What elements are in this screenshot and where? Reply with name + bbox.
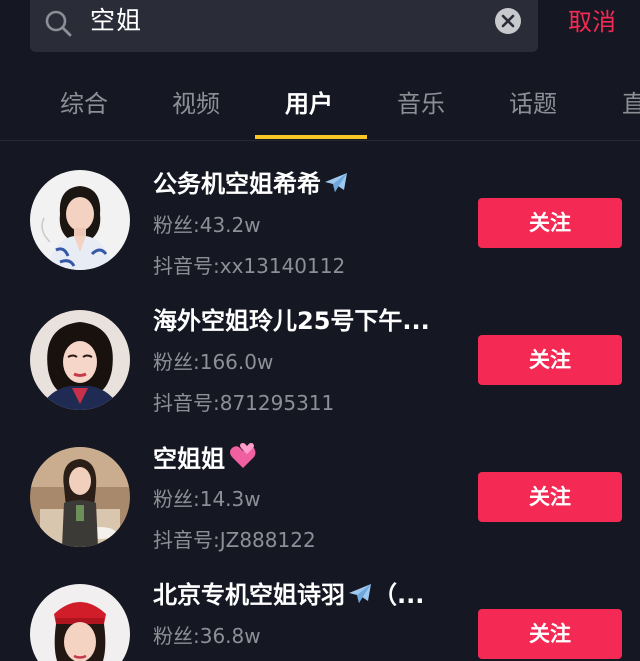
search-bar[interactable]: 空姐 xyxy=(30,0,538,52)
follow-button[interactable]: 关注 xyxy=(478,198,622,248)
cancel-button[interactable]: 取消 xyxy=(568,6,616,38)
user-name[interactable]: 空姐姐 xyxy=(153,442,257,478)
douyin-id: 抖音号:xx13140112 xyxy=(153,254,346,278)
follow-button[interactable]: 关注 xyxy=(478,609,622,659)
list-item[interactable]: 北京专机空姐诗羽 （... 粉丝:36.8w 关注 xyxy=(0,553,640,661)
user-name[interactable]: 北京专机空姐诗羽 （... xyxy=(153,579,424,614)
user-name[interactable]: 公务机空姐希希 xyxy=(153,168,349,203)
two-hearts-icon xyxy=(227,442,257,478)
fans-count: 粉丝:43.2w xyxy=(153,213,261,237)
category-tabs: 综合 视频 用户 音乐 话题 直 xyxy=(0,70,640,141)
search-input[interactable]: 空姐 xyxy=(90,4,142,38)
airplane-icon xyxy=(323,171,349,203)
tab-general[interactable]: 综合 xyxy=(60,88,108,120)
tab-music[interactable]: 音乐 xyxy=(397,88,445,120)
tab-users[interactable]: 用户 xyxy=(285,88,333,120)
tab-live[interactable]: 直 xyxy=(622,88,640,120)
active-tab-indicator xyxy=(255,135,367,139)
fans-count: 粉丝:166.0w xyxy=(153,350,274,374)
list-item[interactable]: 海外空姐玲儿25号下午... 粉丝:166.0w 抖音号:871295311 关… xyxy=(0,279,640,416)
search-results-screen: 空姐 取消 综合 视频 用户 音乐 话题 直 公务机空姐希希 粉丝:43.2w … xyxy=(0,0,640,661)
clear-search-icon[interactable] xyxy=(494,7,522,35)
list-item[interactable]: 公务机空姐希希 粉丝:43.2w 抖音号:xx13140112 关注 xyxy=(0,142,640,279)
fans-count: 粉丝:36.8w xyxy=(153,624,261,648)
avatar[interactable] xyxy=(30,584,130,661)
user-name[interactable]: 海外空姐玲儿25号下午... xyxy=(153,305,430,337)
airplane-icon xyxy=(347,582,373,614)
avatar[interactable] xyxy=(30,310,130,410)
douyin-id: 抖音号:JZ888122 xyxy=(153,528,316,552)
fans-count: 粉丝:14.3w xyxy=(153,487,261,511)
tab-topics[interactable]: 话题 xyxy=(509,88,557,120)
tab-videos[interactable]: 视频 xyxy=(172,88,220,120)
follow-button[interactable]: 关注 xyxy=(478,472,622,522)
follow-button[interactable]: 关注 xyxy=(478,335,622,385)
douyin-id: 抖音号:871295311 xyxy=(153,391,335,415)
search-icon xyxy=(44,9,74,39)
list-item[interactable]: 空姐姐 粉丝:14.3w 抖音号:JZ888122 关注 xyxy=(0,416,640,553)
avatar[interactable] xyxy=(30,447,130,547)
avatar[interactable] xyxy=(30,170,130,270)
